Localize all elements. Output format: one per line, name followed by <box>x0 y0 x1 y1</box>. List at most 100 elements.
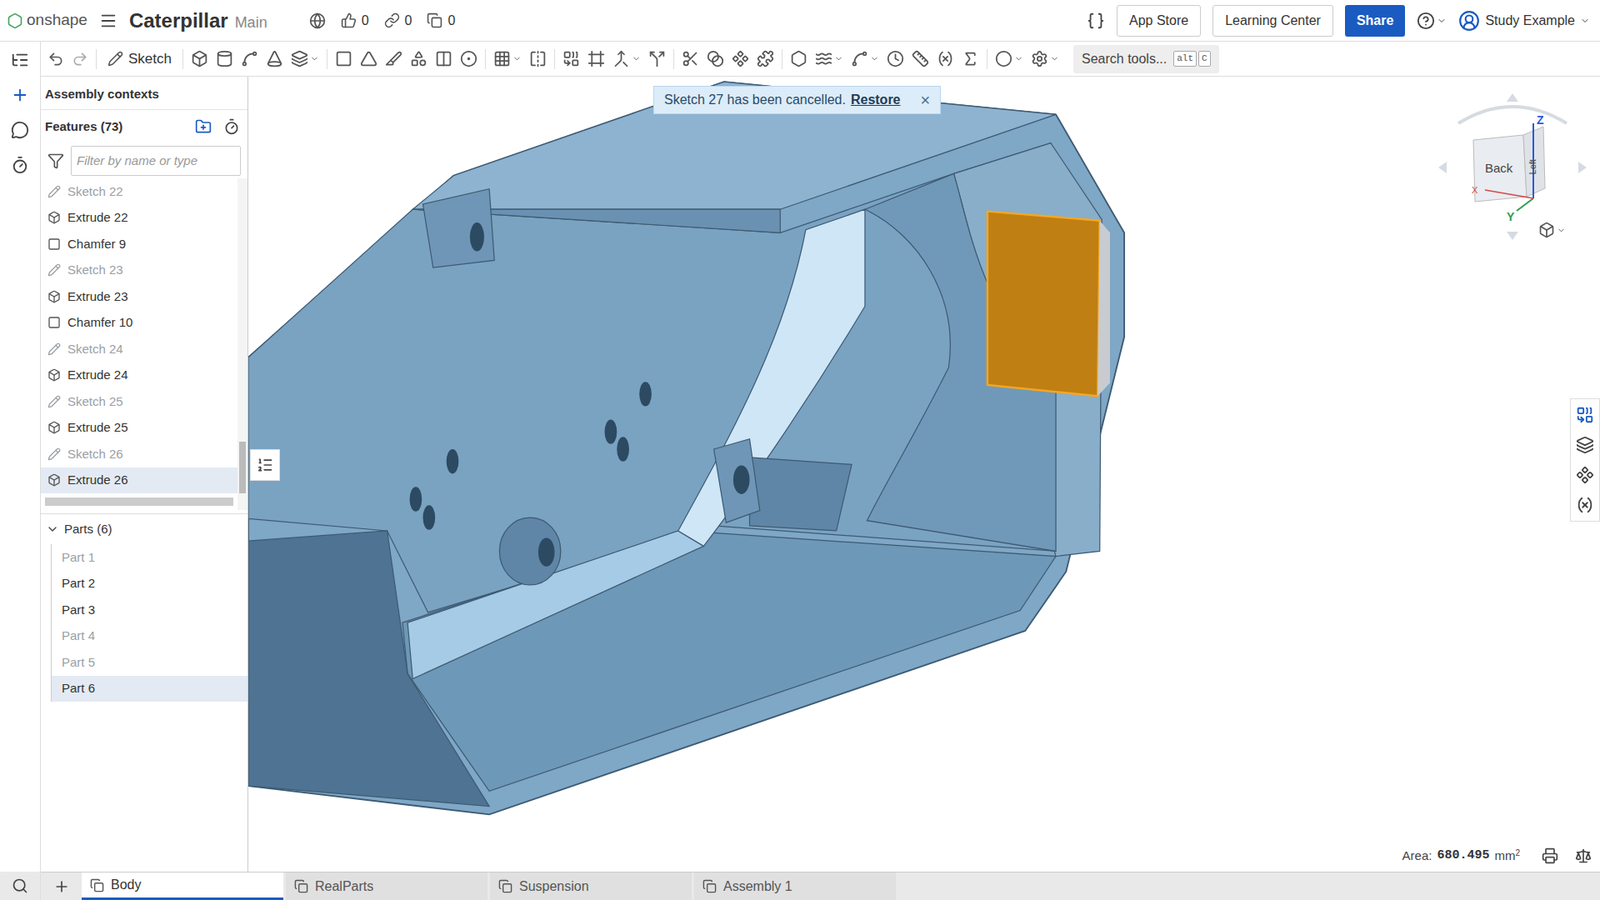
tool-button[interactable] <box>815 50 844 68</box>
share-button[interactable]: Share <box>1345 5 1405 37</box>
variables-icon[interactable] <box>1086 11 1105 30</box>
add-tab-icon[interactable] <box>53 878 70 895</box>
tool-button[interactable] <box>335 50 353 68</box>
document-title[interactable]: Caterpillar <box>129 5 229 36</box>
mass-icon[interactable] <box>1575 847 1592 865</box>
counter[interactable]: 0 <box>340 10 370 31</box>
feature-item[interactable]: Sketch 22 <box>40 178 238 205</box>
panel-toggle[interactable] <box>250 449 280 481</box>
feature-item[interactable]: Extrude 25 <box>40 415 238 442</box>
filter-icon[interactable] <box>47 152 65 170</box>
tool-button[interactable] <box>790 50 808 68</box>
variables-icon[interactable] <box>1575 495 1595 515</box>
horizontal-scrollbar[interactable] <box>45 497 234 506</box>
counter[interactable]: 0 <box>384 10 413 31</box>
tool-button[interactable] <box>681 50 700 68</box>
viewport[interactable]: Sketch 27 has been cancelled.Restore×Bac… <box>248 76 1600 872</box>
history-icon[interactable] <box>10 155 30 175</box>
tool-button[interactable] <box>936 50 955 68</box>
tool-button[interactable] <box>265 50 284 68</box>
vertical-scrollbar[interactable] <box>237 178 248 510</box>
document-tab[interactable]: Body <box>81 872 284 900</box>
document-tab[interactable]: Assembly 1 <box>694 872 896 900</box>
tool-button[interactable] <box>290 50 320 68</box>
part-item[interactable]: Part 4 <box>51 623 248 650</box>
header-button[interactable]: App Store <box>1116 5 1201 37</box>
search-tools[interactable]: Search tools...altC <box>1073 45 1220 74</box>
tool-button[interactable] <box>360 50 378 68</box>
comments-icon[interactable] <box>10 120 30 140</box>
document-tab[interactable]: Suspension <box>490 872 692 900</box>
tool-button[interactable] <box>961 50 980 68</box>
tool-button[interactable] <box>648 50 666 68</box>
sketch-button[interactable]: Sketch <box>104 48 175 70</box>
logo[interactable]: onshape <box>6 8 88 33</box>
feature-item[interactable]: Extrude 22 <box>40 205 238 232</box>
tool-button[interactable] <box>1030 50 1060 68</box>
restore-link[interactable]: Restore <box>850 90 901 110</box>
menu-icon[interactable] <box>99 11 118 30</box>
feature-item[interactable]: Chamfer 9 <box>40 230 238 258</box>
configurations-icon[interactable] <box>1575 435 1595 455</box>
tool-button[interactable] <box>493 50 522 68</box>
feature-item[interactable]: Sketch 26 <box>40 440 238 468</box>
part-item[interactable]: Part 2 <box>51 570 248 598</box>
undo-icon[interactable] <box>47 50 65 68</box>
tool-button[interactable] <box>886 50 905 68</box>
tool-button[interactable] <box>385 50 403 68</box>
view-cube[interactable]: BackLeftZYX <box>1433 90 1592 245</box>
feature-item[interactable]: Extrude 26 <box>40 467 238 495</box>
header-button[interactable]: Learning Center <box>1212 5 1334 37</box>
part-item[interactable]: Part 1 <box>51 544 248 571</box>
cube-face-label[interactable]: Back <box>1485 159 1513 179</box>
appearance-icon[interactable] <box>1575 405 1595 425</box>
tool-button[interactable] <box>587 50 605 68</box>
search-icon[interactable] <box>11 877 29 895</box>
globe-icon[interactable] <box>309 12 326 30</box>
branch-name[interactable]: Main <box>235 11 268 35</box>
rollback-icon[interactable] <box>223 118 240 135</box>
tool-button[interactable] <box>190 50 209 68</box>
tool-button[interactable] <box>460 50 478 68</box>
mates-icon[interactable] <box>1575 465 1595 485</box>
feature-item[interactable]: Sketch 23 <box>40 257 238 285</box>
close-button[interactable]: × <box>920 87 931 113</box>
insert-icon[interactable] <box>10 85 30 105</box>
view-options[interactable] <box>1538 221 1566 239</box>
tool-button[interactable] <box>995 50 1024 68</box>
tool-button[interactable] <box>911 50 930 68</box>
feature-item[interactable]: Extrude 23 <box>40 283 238 310</box>
counter[interactable]: 0 <box>426 10 455 31</box>
feature-item[interactable]: Extrude 24 <box>40 362 238 390</box>
document-tab[interactable]: RealParts <box>285 872 488 900</box>
filter-input[interactable]: Filter by name or type <box>70 145 241 176</box>
tool-button[interactable] <box>850 50 880 68</box>
feature-item[interactable]: Sketch 25 <box>40 388 238 415</box>
tool-button[interactable] <box>435 50 453 68</box>
assembly-contexts[interactable]: Assembly contexts <box>45 86 160 101</box>
user-menu[interactable]: Study Example <box>1458 10 1594 32</box>
part-item[interactable]: Part 5 <box>51 649 248 676</box>
add-folder-icon[interactable] <box>195 118 212 135</box>
tool-button[interactable] <box>706 50 725 68</box>
tool-button[interactable] <box>562 50 580 68</box>
feature-list-icon[interactable] <box>10 50 30 70</box>
part-item[interactable]: Part 3 <box>51 596 248 624</box>
part-item[interactable]: Part 6 <box>51 675 248 703</box>
feature-item[interactable]: Sketch 24 <box>40 335 238 363</box>
tool-button[interactable] <box>756 50 775 68</box>
selected-face[interactable] <box>987 211 1100 397</box>
tool-button[interactable] <box>240 50 259 68</box>
tool-button[interactable] <box>215 50 234 68</box>
redo-icon[interactable] <box>71 50 89 68</box>
feature-item[interactable]: Chamfer 10 <box>40 310 238 337</box>
part-model[interactable] <box>248 76 1600 872</box>
tool-button[interactable] <box>731 50 750 68</box>
cube-face-label[interactable]: Left <box>1525 159 1540 175</box>
measure-icon[interactable] <box>1541 847 1559 865</box>
tool-button[interactable] <box>410 50 428 68</box>
help-menu[interactable] <box>1416 11 1447 30</box>
tool-button[interactable] <box>529 50 547 68</box>
tool-button[interactable] <box>612 50 641 68</box>
parts-header[interactable]: Parts (6) <box>40 514 248 545</box>
